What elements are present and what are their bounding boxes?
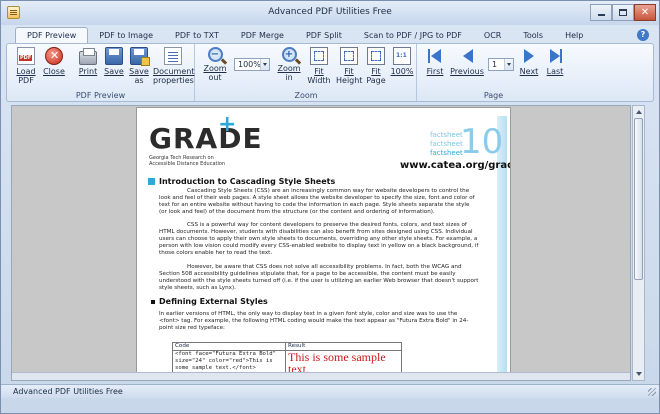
printer-icon [79,48,97,65]
actual-size-button[interactable]: 100% [390,47,414,91]
pdf-file-icon [17,47,35,65]
tab-ocr[interactable]: OCR [473,27,512,43]
fit-height-icon [340,47,358,65]
fit-page-icon [367,47,385,65]
title-bar: Advanced PDF Utilities Free ✕ [1,1,659,25]
status-text: Advanced PDF Utilities Free [13,387,123,396]
zoom-out-button[interactable]: − Zoom out [202,47,228,91]
section-bullet-icon [148,178,155,185]
page-number-select[interactable]: 1 [488,58,514,71]
group-page: First Previous 1 Next Last Page [418,44,569,101]
document-properties-button[interactable]: Document properties [153,47,194,91]
close-circle-icon [45,47,63,65]
help-icon[interactable]: ? [637,29,649,41]
first-page-icon [426,47,444,65]
zoom-out-icon: − [207,47,223,62]
document-viewer[interactable]: GRADE + Georgia Tech Research on Accessi… [11,105,631,381]
tab-help[interactable]: Help [554,27,594,43]
next-page-button[interactable]: Next [516,47,542,91]
paragraph: CSS is a powerful way for content develo… [159,222,479,256]
paragraph: In earlier versions of HTML, the only wa… [159,311,469,331]
ribbon: Load PDF Close Print Save Save as [6,43,654,102]
tab-tools[interactable]: Tools [512,27,554,43]
logo-subtitle: Georgia Tech Research on Accessible Dist… [149,155,226,167]
minimize-icon [597,14,605,16]
fit-width-button[interactable]: Fit Width [306,47,332,91]
factsheet-number: 10 [460,122,504,162]
chevron-down-icon [260,59,269,70]
first-page-button[interactable]: First [422,47,448,91]
section-heading: Introduction to Cascading Style Sheets [159,177,336,186]
minimize-button[interactable] [590,4,612,21]
last-page-button[interactable]: Last [542,47,568,91]
factsheet-label: factsheet [430,131,463,139]
logo-plus-icon: + [218,112,237,137]
group-pdf-preview: Load PDF Close Print Save Save as [7,44,195,101]
paragraph: However, be aware that CSS does not solv… [159,264,479,291]
fit-width-icon [310,47,328,65]
horizontal-scrollbar[interactable] [12,372,630,380]
fit-page-button[interactable]: Fit Page [364,47,388,91]
tab-pdf-split[interactable]: PDF Split [295,27,353,43]
factsheet-label: factsheet [430,149,463,157]
last-page-icon [546,47,564,65]
paragraph: Cascading Style Sheets (CSS) are an incr… [159,188,475,215]
document-properties-icon [164,47,182,65]
zoom-in-icon: + [281,47,297,62]
scroll-down-icon[interactable] [636,372,642,376]
maximize-icon [619,9,627,16]
previous-page-icon [458,47,476,65]
group-label-pdf-preview: PDF Preview [75,91,126,100]
group-label-zoom: Zoom [294,91,318,100]
status-bar: Advanced PDF Utilities Free [1,384,659,398]
section-heading: Defining External Styles [159,297,268,306]
resize-grip-icon[interactable] [648,388,656,396]
code-example-table: Code Result <font face="Futura Extra Bol… [172,342,402,376]
previous-page-button[interactable]: Previous [450,47,484,91]
tab-pdf-to-image[interactable]: PDF to Image [88,27,164,43]
save-button[interactable]: Save [101,47,127,91]
save-icon [105,47,123,65]
app-window: Advanced PDF Utilities Free ✕ PDF Previe… [0,0,660,414]
document-url: www.catea.org/grade [400,160,510,171]
close-icon: ✕ [640,6,650,18]
tab-pdf-to-txt[interactable]: PDF to TXT [164,27,230,43]
next-page-icon [520,47,538,65]
fit-height-button[interactable]: Fit Height [336,47,362,91]
group-zoom: − Zoom out 100% + Zoom in Fit Width Fit [196,44,417,101]
close-window-button[interactable]: ✕ [634,4,656,21]
print-button[interactable]: Print [75,47,101,91]
close-button[interactable]: Close [41,47,67,91]
scrollbar-thumb[interactable] [634,118,643,280]
factsheet-label: factsheet [430,140,463,148]
group-label-page: Page [483,91,504,100]
pdf-page: GRADE + Georgia Tech Research on Accessi… [137,108,510,380]
save-as-button[interactable]: Save as [127,47,151,91]
load-pdf-button[interactable]: Load PDF [13,47,39,91]
vertical-scrollbar[interactable] [632,105,645,381]
tab-pdf-merge[interactable]: PDF Merge [230,27,295,43]
table-header: Code [172,342,286,351]
save-as-icon [130,47,150,66]
chevron-down-icon [504,59,513,70]
window-title: Advanced PDF Utilities Free [268,7,392,17]
tab-pdf-preview[interactable]: PDF Preview [15,27,89,43]
zoom-level-select[interactable]: 100% [234,58,270,71]
ribbon-tabs: PDF Preview PDF to Image PDF to TXT PDF … [15,27,594,43]
zoom-in-button[interactable]: + Zoom in [276,47,302,91]
section-bullet-icon [151,300,155,304]
tab-scan-to-pdf[interactable]: Scan to PDF / JPG to PDF [353,27,473,43]
actual-size-icon [393,47,411,65]
grade-logo: GRADE [149,122,263,155]
scroll-up-icon[interactable] [636,110,642,114]
maximize-button[interactable] [612,4,634,21]
